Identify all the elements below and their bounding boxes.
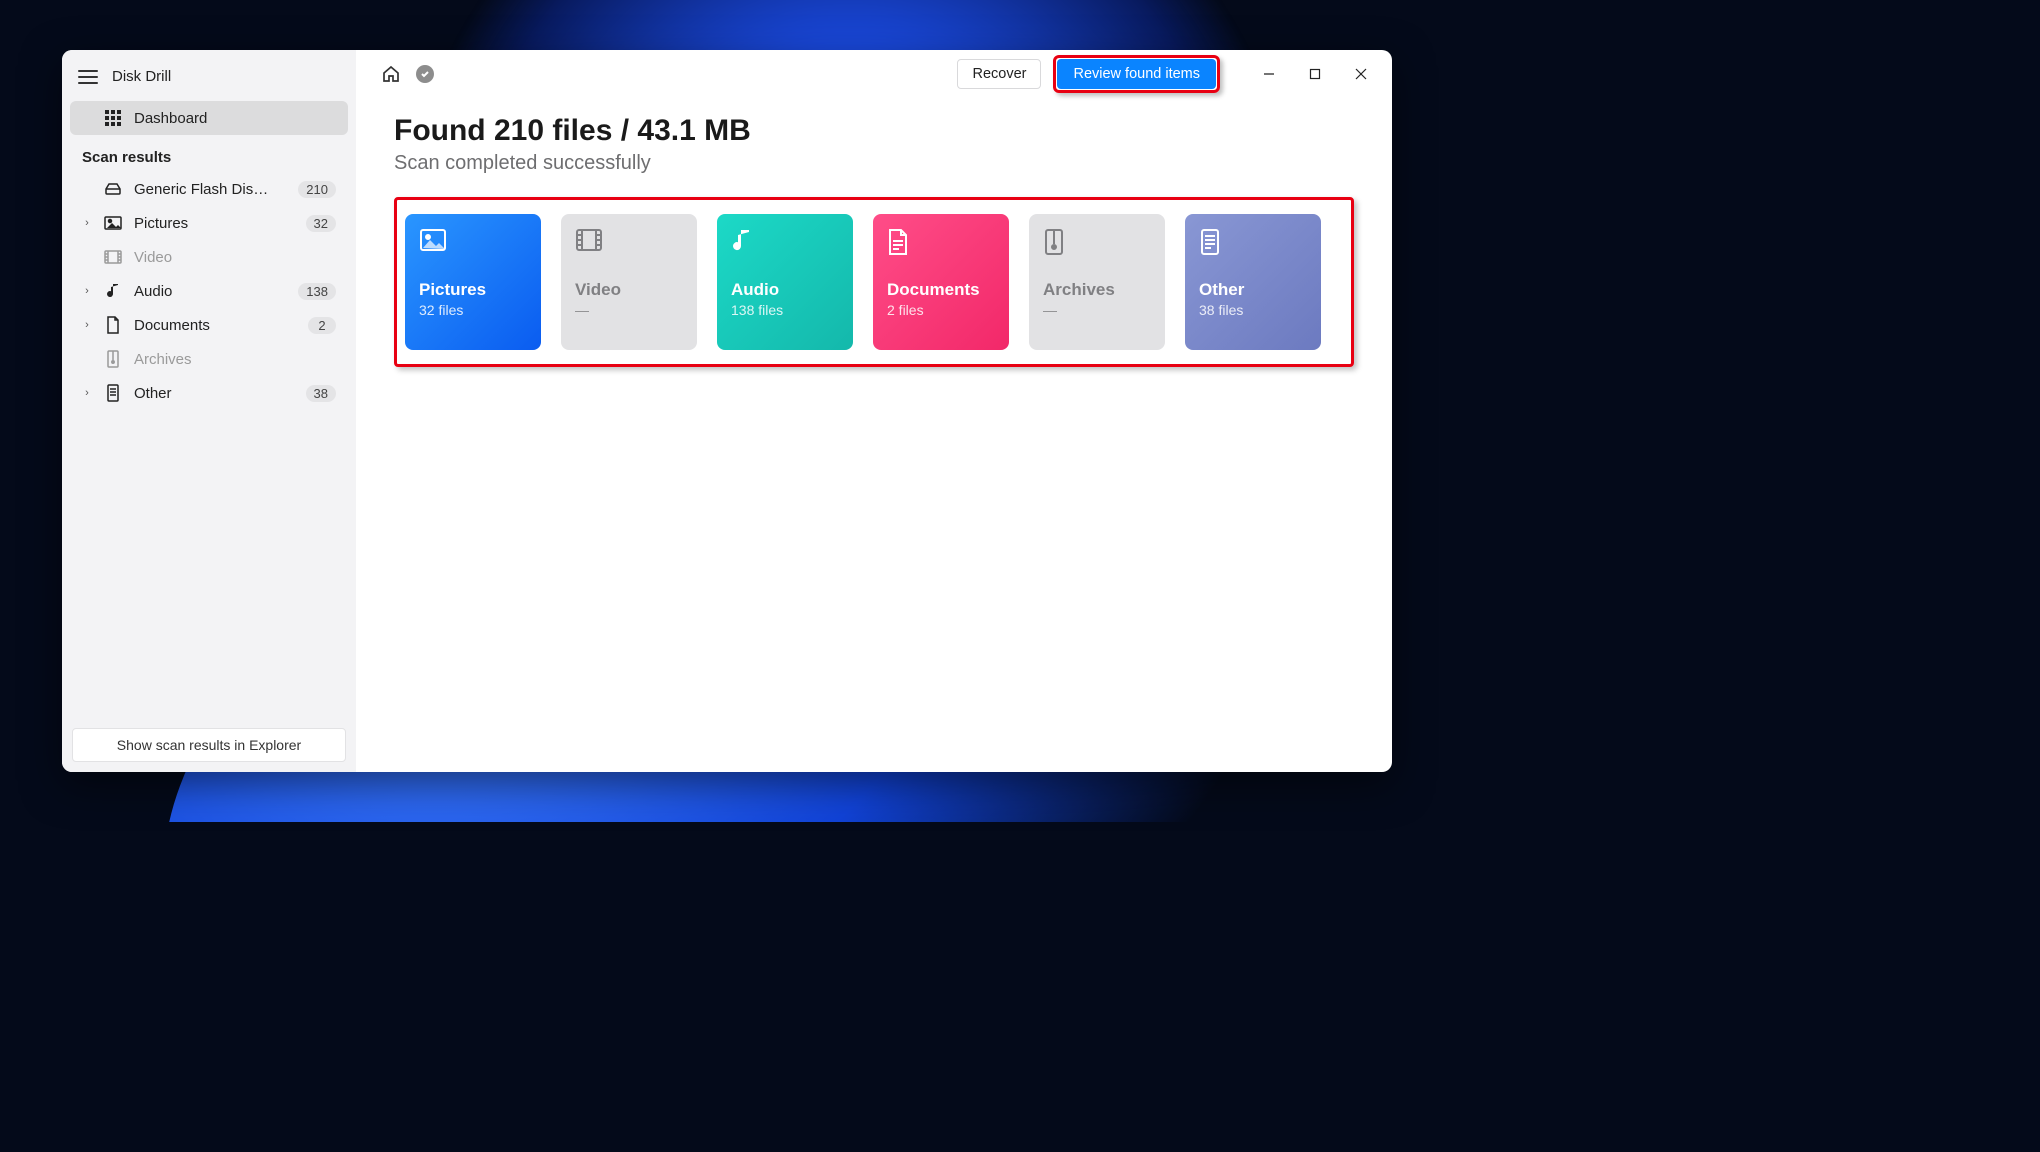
- image-icon: [419, 228, 447, 256]
- count-badge: 32: [306, 215, 336, 232]
- chevron-right-icon: ›: [82, 387, 92, 399]
- scan-complete-icon: [414, 63, 436, 85]
- maximize-button[interactable]: [1292, 54, 1338, 94]
- card-other[interactable]: Other 38 files: [1185, 214, 1321, 350]
- file-icon: [104, 384, 122, 402]
- card-sub: 32 files: [419, 302, 527, 318]
- category-cards-highlight: Pictures 32 files Video — Audio 138 file…: [394, 197, 1354, 367]
- review-button-highlight: Review found items: [1053, 55, 1220, 93]
- sidebar-item-disk[interactable]: › Generic Flash Disk USB… 210: [70, 172, 348, 206]
- sidebar-item-label: Documents: [134, 317, 210, 334]
- sidebar-item-label: Video: [134, 249, 172, 266]
- count-badge: 210: [298, 181, 336, 198]
- minimize-button[interactable]: [1246, 54, 1292, 94]
- disk-icon: [104, 180, 122, 198]
- card-sub: —: [1043, 302, 1151, 318]
- card-sub: 38 files: [1199, 302, 1307, 318]
- card-title: Archives: [1043, 280, 1151, 300]
- card-archives[interactable]: Archives —: [1029, 214, 1165, 350]
- sidebar-header: Disk Drill: [62, 60, 356, 97]
- window-controls: [1246, 54, 1384, 94]
- archive-icon: [104, 350, 122, 368]
- app-window: Disk Drill › Dashboard Scan results › Ge…: [62, 50, 1392, 772]
- card-sub: —: [575, 302, 683, 318]
- menu-icon[interactable]: [78, 70, 98, 84]
- sidebar-item-label: Dashboard: [134, 110, 207, 127]
- grid-icon: [104, 109, 122, 127]
- count-badge: 138: [298, 283, 336, 300]
- review-found-items-button[interactable]: Review found items: [1057, 59, 1216, 89]
- video-icon: [104, 248, 122, 266]
- card-audio[interactable]: Audio 138 files: [717, 214, 853, 350]
- video-icon: [575, 228, 603, 256]
- sidebar-item-label: Archives: [134, 351, 192, 368]
- results-subhead: Scan completed successfully: [394, 152, 1354, 175]
- sidebar: Disk Drill › Dashboard Scan results › Ge…: [62, 50, 356, 772]
- card-sub: 2 files: [887, 302, 995, 318]
- music-icon: [731, 228, 759, 256]
- document-icon: [887, 228, 915, 256]
- main-panel: Recover Review found items Found 210 fil…: [356, 50, 1392, 772]
- sidebar-item-pictures[interactable]: › Pictures 32: [70, 206, 348, 240]
- card-title: Other: [1199, 280, 1307, 300]
- show-in-explorer-button[interactable]: Show scan results in Explorer: [72, 728, 346, 762]
- home-icon[interactable]: [380, 63, 402, 85]
- content-area: Found 210 files / 43.1 MB Scan completed…: [356, 98, 1392, 387]
- sidebar-item-label: Audio: [134, 283, 172, 300]
- sidebar-item-audio[interactable]: › Audio 138: [70, 274, 348, 308]
- sidebar-nav: › Dashboard Scan results › Generic Flash…: [62, 97, 356, 414]
- chevron-right-icon: ›: [82, 319, 92, 331]
- sidebar-footer: Show scan results in Explorer: [62, 718, 356, 772]
- image-icon: [104, 214, 122, 232]
- archive-icon: [1043, 228, 1071, 256]
- results-headline: Found 210 files / 43.1 MB: [394, 114, 1354, 148]
- sidebar-item-label: Pictures: [134, 215, 188, 232]
- sidebar-item-other[interactable]: › Other 38: [70, 376, 348, 410]
- card-title: Audio: [731, 280, 839, 300]
- card-sub: 138 files: [731, 302, 839, 318]
- card-video[interactable]: Video —: [561, 214, 697, 350]
- sidebar-section-scan-results: Scan results: [70, 135, 348, 172]
- sidebar-item-dashboard[interactable]: › Dashboard: [70, 101, 348, 135]
- card-documents[interactable]: Documents 2 files: [873, 214, 1009, 350]
- chevron-right-icon: ›: [82, 217, 92, 229]
- music-icon: [104, 282, 122, 300]
- app-title: Disk Drill: [112, 68, 171, 85]
- document-icon: [104, 316, 122, 334]
- card-pictures[interactable]: Pictures 32 files: [405, 214, 541, 350]
- sidebar-item-archives[interactable]: › Archives: [70, 342, 348, 376]
- sidebar-item-label: Generic Flash Disk USB…: [134, 181, 274, 198]
- count-badge: 38: [306, 385, 336, 402]
- chevron-right-icon: ›: [82, 285, 92, 297]
- sidebar-item-documents[interactable]: › Documents 2: [70, 308, 348, 342]
- card-title: Documents: [887, 280, 995, 300]
- count-badge: 2: [308, 317, 336, 334]
- card-title: Pictures: [419, 280, 527, 300]
- topbar: Recover Review found items: [356, 50, 1392, 98]
- file-icon: [1199, 228, 1227, 256]
- sidebar-item-video[interactable]: › Video: [70, 240, 348, 274]
- recover-button[interactable]: Recover: [957, 59, 1041, 89]
- sidebar-item-label: Other: [134, 385, 172, 402]
- card-title: Video: [575, 280, 683, 300]
- close-button[interactable]: [1338, 54, 1384, 94]
